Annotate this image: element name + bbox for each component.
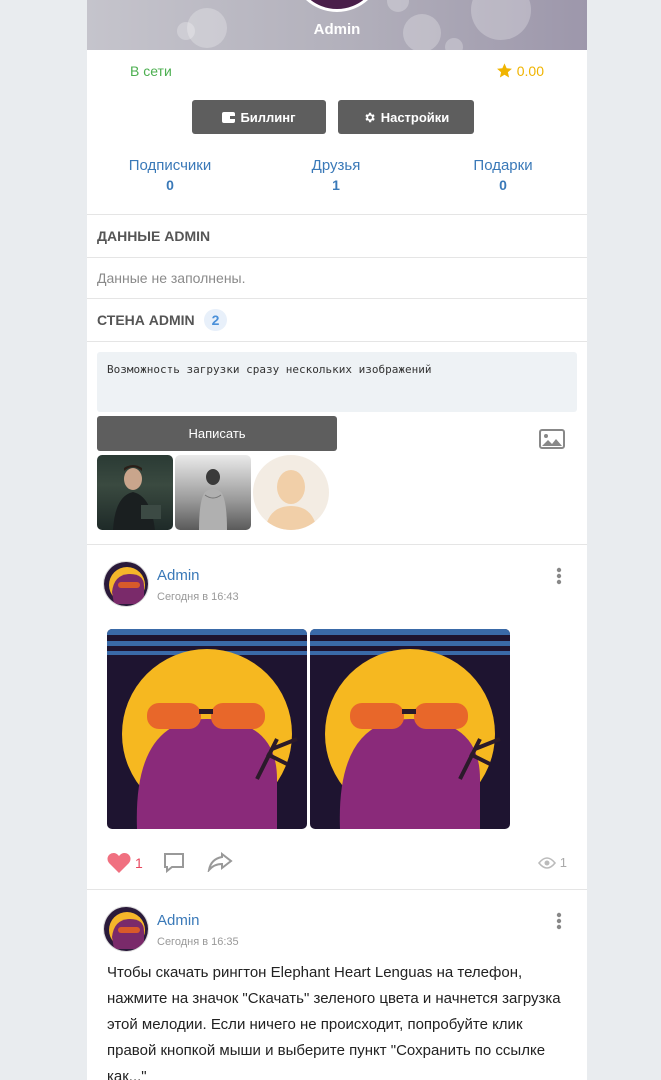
comment-icon[interactable] — [163, 852, 185, 873]
post-actions: 1 1 — [107, 850, 567, 876]
counter-label: Подписчики — [128, 157, 212, 174]
avatar[interactable] — [103, 561, 149, 607]
billing-button[interactable]: Биллинг — [192, 100, 326, 134]
billing-label: Биллинг — [240, 109, 296, 125]
status-row: В сети 0.00 — [87, 50, 587, 95]
attachment-thumbnail[interactable] — [253, 455, 329, 530]
share-icon[interactable] — [207, 852, 233, 872]
wallet-icon — [222, 111, 236, 123]
wall-composer: Возможность загрузки сразу нескольких из… — [87, 342, 587, 545]
counter-value: 0 — [499, 177, 507, 193]
data-section-title: ДАННЫЕ ADMIN — [87, 215, 587, 258]
data-empty-text: Данные не заполнены. — [87, 258, 587, 299]
more-vertical-icon[interactable] — [556, 567, 562, 585]
settings-label: Настройки — [380, 109, 450, 125]
views-count: 1 — [559, 855, 567, 870]
attachment-thumbnail[interactable] — [175, 455, 251, 530]
wall-post: Admin Сегодня в 16:43 1 1 — [87, 545, 587, 890]
eye-icon — [537, 856, 556, 869]
post-image[interactable] — [310, 629, 510, 829]
image-upload-icon[interactable] — [539, 429, 565, 449]
post-image[interactable] — [107, 629, 307, 829]
balance-value: 0.00 — [516, 62, 544, 79]
counter-label: Друзья — [311, 157, 361, 174]
wall-post: Admin Сегодня в 16:35 Чтобы скачать ринг… — [87, 890, 587, 1080]
avatar[interactable] — [103, 906, 149, 952]
attachment-thumbnail[interactable] — [97, 455, 173, 530]
post-time: Сегодня в 16:43 — [157, 591, 239, 603]
cover-avatar[interactable] — [291, 0, 383, 12]
post-author[interactable]: Admin — [157, 912, 200, 929]
profile-page: Admin В сети 0.00 Биллинг Настройки Подп… — [87, 0, 587, 1080]
profile-cover: Admin — [87, 0, 587, 50]
wall-section-title: СТЕНА ADMIN 2 — [87, 299, 587, 342]
profile-counters: Подписчики 0 Друзья 1 Подарки 0 — [87, 145, 587, 215]
counter-label: Подарки — [473, 157, 533, 174]
profile-name: Admin — [313, 21, 361, 38]
heart-icon[interactable] — [107, 852, 131, 874]
wall-post-input[interactable]: Возможность загрузки сразу нескольких из… — [97, 352, 577, 412]
wall-count-badge: 2 — [203, 309, 228, 331]
views: 1 — [537, 855, 567, 870]
profile-actions: Биллинг Настройки — [87, 95, 587, 145]
wall-title: СТЕНА ADMIN — [97, 312, 195, 328]
like-count: 1 — [135, 855, 143, 871]
write-button[interactable]: Написать — [97, 416, 337, 451]
settings-button[interactable]: Настройки — [338, 100, 474, 134]
gifts-counter[interactable]: Подарки 0 — [443, 157, 563, 193]
post-time: Сегодня в 16:35 — [157, 936, 239, 948]
subscribers-counter[interactable]: Подписчики 0 — [110, 157, 230, 193]
online-status: В сети — [130, 63, 172, 79]
counter-value: 1 — [332, 177, 340, 193]
more-vertical-icon[interactable] — [556, 912, 562, 930]
star-icon — [496, 63, 512, 78]
post-author[interactable]: Admin — [157, 567, 200, 584]
friends-counter[interactable]: Друзья 1 — [276, 157, 396, 193]
post-text: Чтобы скачать рингтон Elephant Heart Len… — [107, 964, 561, 1080]
counter-value: 0 — [166, 177, 174, 193]
gear-icon — [365, 112, 375, 122]
balance[interactable]: 0.00 — [496, 62, 544, 79]
